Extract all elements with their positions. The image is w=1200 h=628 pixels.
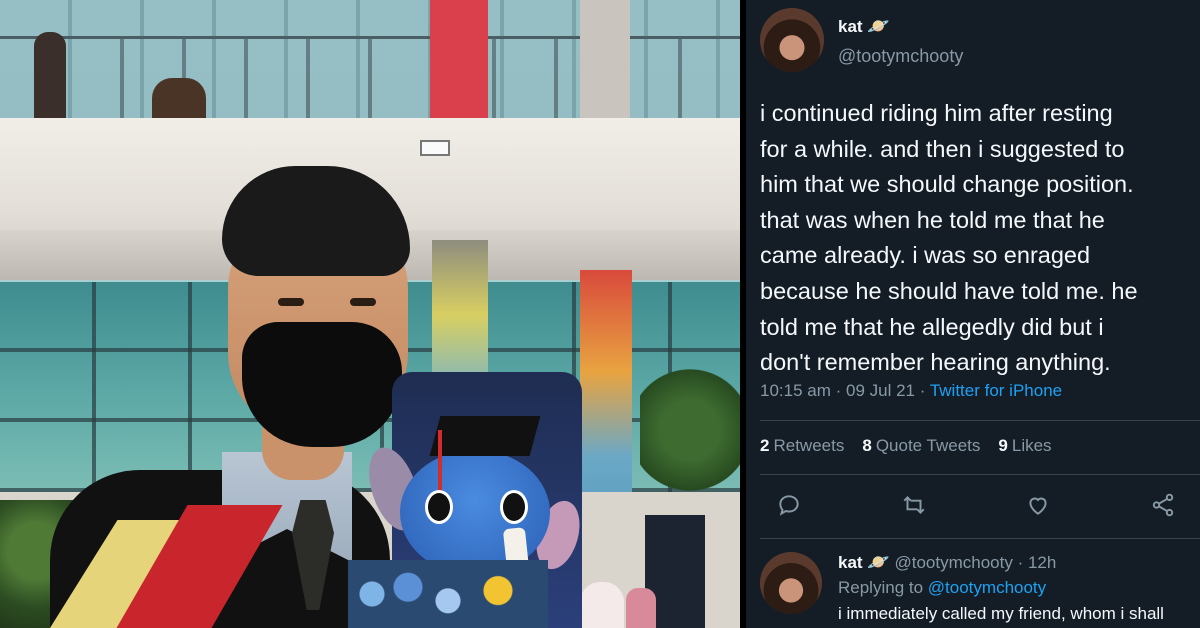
background-person: [580, 582, 624, 628]
toy-eye: [425, 490, 453, 524]
author-name[interactable]: kat 🪐: [838, 16, 890, 37]
painted-pillar: [432, 240, 488, 390]
background-person: [626, 588, 656, 628]
retweets-count: 2: [760, 436, 770, 455]
separator: [760, 538, 1200, 539]
tweet-line: because he should have told me. he: [760, 277, 1138, 304]
reply-body: i immediately called my friend, whom i s…: [838, 604, 1164, 623]
tweet-date[interactable]: 09 Jul 21: [846, 381, 915, 400]
author-avatar[interactable]: [760, 8, 824, 72]
reply-icon[interactable]: [776, 492, 802, 518]
tweet-line: him that we should change position.: [760, 171, 1134, 198]
tweet-line: told me that he allegedly did but i: [760, 313, 1104, 340]
composite-image: kat 🪐 @tootymchooty i continued riding h…: [0, 0, 1200, 628]
replying-to: Replying to @tootymchooty: [838, 578, 1046, 598]
reply-handle[interactable]: @tootymchooty: [894, 553, 1012, 572]
tweet-line: don't remember hearing anything.: [760, 349, 1111, 376]
tweet-body: i continued riding him after resting for…: [760, 96, 1198, 381]
reply-author-avatar[interactable]: [760, 552, 822, 614]
reply-author-name[interactable]: kat: [838, 553, 863, 572]
meta-dot: ·: [835, 381, 847, 400]
reply-header: kat 🪐 @tootymchooty · 12h: [838, 552, 1056, 573]
like-icon[interactable]: [1025, 492, 1051, 518]
tree-foliage: [640, 360, 740, 500]
reply-age[interactable]: 12h: [1028, 553, 1056, 572]
quotes-count: 8: [862, 436, 872, 455]
tweet-meta: 10:15 am · 09 Jul 21 · Twitter for iPhon…: [760, 381, 1062, 401]
planet-emoji: 🪐: [867, 552, 890, 572]
replying-handle-link[interactable]: @tootymchooty: [928, 578, 1046, 597]
tweet-source[interactable]: Twitter for iPhone: [930, 381, 1062, 400]
red-column: [430, 0, 488, 120]
bystander-figure: [34, 32, 66, 130]
replying-prefix: Replying to: [838, 578, 924, 597]
retweet-icon[interactable]: [901, 492, 927, 518]
tweet-panel: kat 🪐 @tootymchooty i continued riding h…: [746, 0, 1200, 628]
tweet-actions: [776, 484, 1176, 526]
eye: [278, 298, 304, 306]
author-handle[interactable]: @tootymchooty: [838, 46, 963, 67]
toy-graduation-cap: [429, 416, 541, 456]
planet-emoji: 🪐: [867, 16, 890, 36]
flower-bouquet: [348, 560, 548, 628]
tweet-time[interactable]: 10:15 am: [760, 381, 831, 400]
quote-tweets-stat[interactable]: 8 Quote Tweets: [862, 436, 980, 456]
meta-dot: ·: [919, 381, 930, 400]
separator: [760, 474, 1200, 475]
tweet-line: that was when he told me that he: [760, 206, 1105, 233]
grey-column: [580, 0, 630, 120]
likes-count: 9: [998, 436, 1008, 455]
toy-eye: [500, 490, 528, 524]
tweet-line: came already. i was so enraged: [760, 242, 1091, 269]
likes-label: Likes: [1011, 436, 1052, 455]
meta-dot: ·: [1017, 553, 1028, 572]
share-icon[interactable]: [1150, 492, 1176, 518]
separator: [760, 420, 1200, 421]
graduation-photo: [0, 0, 740, 628]
retweets-stat[interactable]: 2 Retweets: [760, 436, 844, 456]
quotes-label: Quote Tweets: [875, 436, 981, 455]
eye: [350, 298, 376, 306]
author-name-text: kat: [838, 17, 863, 36]
likes-stat[interactable]: 9 Likes: [998, 436, 1051, 456]
tweet-line: i continued riding him after resting: [760, 100, 1113, 126]
engagement-stats: 2 Retweets 8 Quote Tweets 9 Likes: [760, 436, 1052, 456]
ceiling-light: [420, 140, 450, 156]
black-face-mask: [242, 322, 402, 447]
retweets-label: Retweets: [773, 436, 845, 455]
tweet-line: for a while. and then i suggested to: [760, 135, 1125, 162]
